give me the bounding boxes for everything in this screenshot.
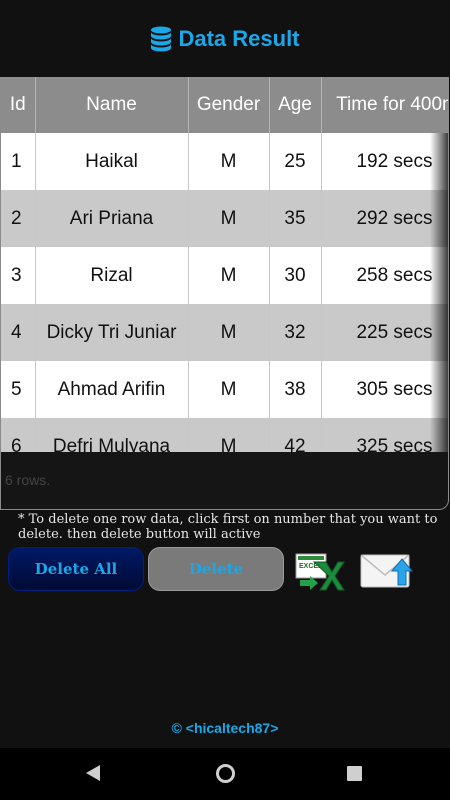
cell-name: Defri Mulyana — [35, 418, 189, 452]
delete-instruction-note: * To delete one row data, click first on… — [18, 512, 438, 542]
table-row[interactable]: 4 Dicky Tri Juniar M 32 225 secs — [1, 304, 448, 361]
footer-credit: © <hicaltech87> — [171, 720, 279, 736]
cell-gender: M — [188, 418, 270, 452]
cell-time: 292 secs — [321, 190, 448, 247]
column-header-time[interactable]: Time for 400m — [321, 77, 448, 133]
cell-age: 38 — [269, 361, 322, 418]
table-row[interactable]: 6 Defri Mulyana M 42 325 secs — [1, 418, 448, 452]
app-screen: Data Result Id Name Gender Age Time for … — [0, 0, 450, 748]
mail-send-icon[interactable] — [358, 545, 416, 593]
cell-time: 305 secs — [321, 361, 448, 418]
table-scroll-area[interactable]: Id Name Gender Age Time for 400m 1 Haika… — [1, 77, 448, 452]
cell-time: 225 secs — [321, 304, 448, 361]
column-header-age[interactable]: Age — [269, 77, 322, 133]
recent-apps-icon[interactable] — [347, 766, 362, 781]
cell-time: 192 secs — [321, 133, 448, 190]
cell-name: Rizal — [35, 247, 189, 304]
cell-age: 42 — [269, 418, 322, 452]
cell-id[interactable]: 4 — [1, 304, 36, 361]
column-header-id[interactable]: Id — [1, 77, 36, 133]
delete-all-button[interactable]: Delete All — [8, 547, 144, 591]
database-icon — [151, 26, 172, 52]
cell-age: 30 — [269, 247, 322, 304]
column-header-name[interactable]: Name — [35, 77, 189, 133]
cell-age: 32 — [269, 304, 322, 361]
cell-gender: M — [188, 247, 270, 304]
cell-age: 25 — [269, 133, 322, 190]
cell-id[interactable]: 6 — [1, 418, 36, 452]
cell-id[interactable]: 1 — [1, 133, 36, 190]
table-row[interactable]: 3 Rizal M 30 258 secs — [1, 247, 448, 304]
cell-id[interactable]: 3 — [1, 247, 36, 304]
cell-id[interactable]: 5 — [1, 361, 36, 418]
cell-name: Dicky Tri Juniar — [35, 304, 189, 361]
table-row[interactable]: 2 Ari Priana M 35 292 secs — [1, 190, 448, 247]
cell-age: 35 — [269, 190, 322, 247]
cell-id[interactable]: 2 — [1, 190, 36, 247]
system-navbar — [0, 748, 450, 800]
data-table-panel[interactable]: Id Name Gender Age Time for 400m 1 Haika… — [0, 77, 449, 510]
home-icon[interactable] — [216, 764, 235, 783]
table-header-row: Id Name Gender Age Time for 400m — [1, 77, 448, 133]
cell-name: Ahmad Arifin — [35, 361, 189, 418]
row-count-label: 6 rows. — [5, 472, 51, 488]
cell-name: Haikal — [35, 133, 189, 190]
page-title: Data Result — [178, 26, 300, 51]
excel-export-icon[interactable]: EXCEL — [292, 548, 348, 592]
cell-gender: M — [188, 190, 270, 247]
column-header-gender[interactable]: Gender — [188, 77, 270, 133]
delete-button[interactable]: Delete — [148, 547, 284, 591]
cell-gender: M — [188, 361, 270, 418]
cell-name: Ari Priana — [35, 190, 189, 247]
cell-gender: M — [188, 133, 270, 190]
cell-time: 258 secs — [321, 247, 448, 304]
back-icon[interactable] — [86, 765, 100, 781]
cell-time: 325 secs — [321, 418, 448, 452]
cell-gender: M — [188, 304, 270, 361]
data-table: Id Name Gender Age Time for 400m 1 Haika… — [1, 77, 448, 452]
table-row[interactable]: 1 Haikal M 25 192 secs — [1, 133, 448, 190]
header: Data Result — [0, 20, 450, 58]
table-row[interactable]: 5 Ahmad Arifin M 38 305 secs — [1, 361, 448, 418]
